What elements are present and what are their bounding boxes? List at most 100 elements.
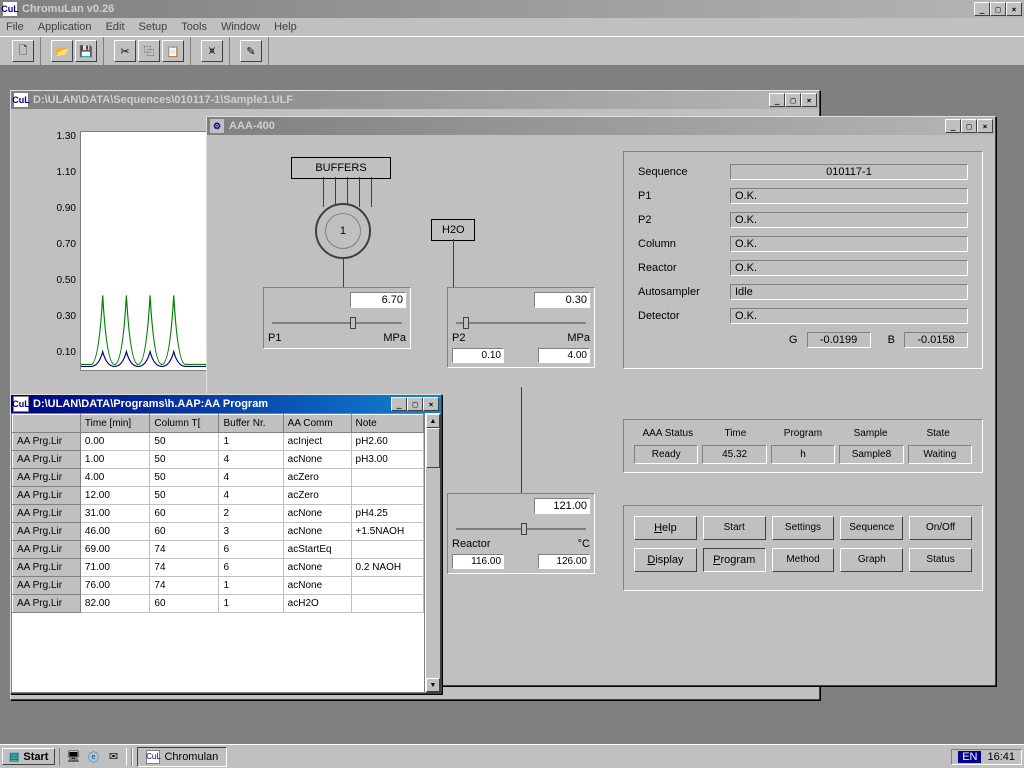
- table-cell[interactable]: [351, 469, 423, 487]
- table-row[interactable]: AA Prg.Lir1.00504acNonepH3.00: [13, 451, 424, 469]
- aaa-close-button[interactable]: ×: [977, 119, 993, 133]
- minimize-button[interactable]: _: [974, 2, 990, 16]
- table-cell[interactable]: AA Prg.Lir: [13, 541, 81, 559]
- language-indicator[interactable]: EN: [958, 751, 981, 763]
- column-header[interactable]: Column T[: [150, 415, 219, 433]
- table-row[interactable]: AA Prg.Lir4.00504acZero: [13, 469, 424, 487]
- table-cell[interactable]: 50: [150, 433, 219, 451]
- ql-outlook-icon[interactable]: ✉: [104, 748, 122, 766]
- copy-button[interactable]: ⿻: [138, 40, 160, 62]
- table-cell[interactable]: 1.00: [80, 451, 150, 469]
- onoff-button[interactable]: On/Off: [909, 516, 972, 540]
- table-cell[interactable]: AA Prg.Lir: [13, 505, 81, 523]
- table-row[interactable]: AA Prg.Lir71.00746acNone0.2 NAOH: [13, 559, 424, 577]
- maximize-button[interactable]: □: [990, 2, 1006, 16]
- table-row[interactable]: AA Prg.Lir12.00504acZero: [13, 487, 424, 505]
- sequence-titlebar[interactable]: CuL D:\ULAN\DATA\Sequences\010117-1\Samp…: [11, 91, 819, 109]
- start-button[interactable]: Start: [703, 516, 766, 540]
- menu-help[interactable]: Help: [274, 21, 297, 33]
- column-header[interactable]: Buffer Nr.: [219, 415, 283, 433]
- table-cell[interactable]: acNone: [283, 559, 351, 577]
- program-table[interactable]: Time [min]Column T[Buffer Nr.AA CommNote…: [11, 413, 425, 693]
- table-cell[interactable]: 60: [150, 595, 219, 613]
- table-cell[interactable]: [351, 541, 423, 559]
- program-button[interactable]: Program: [703, 548, 766, 572]
- table-cell[interactable]: AA Prg.Lir: [13, 433, 81, 451]
- scroll-thumb[interactable]: [426, 428, 440, 468]
- table-cell[interactable]: 4: [219, 487, 283, 505]
- table-cell[interactable]: 0.2 NAOH: [351, 559, 423, 577]
- table-cell[interactable]: 4.00: [80, 469, 150, 487]
- table-cell[interactable]: AA Prg.Lir: [13, 523, 81, 541]
- column-header[interactable]: Note: [351, 415, 423, 433]
- prog-close-button[interactable]: ×: [423, 397, 439, 411]
- column-header[interactable]: [13, 415, 81, 433]
- ql-ie-icon[interactable]: ⓔ: [84, 748, 102, 766]
- p1-slider[interactable]: [272, 322, 402, 324]
- table-cell[interactable]: 69.00: [80, 541, 150, 559]
- table-row[interactable]: AA Prg.Lir0.00501acInjectpH2.60: [13, 433, 424, 451]
- chromatogram-button[interactable]: ⩙: [201, 40, 223, 62]
- save-button[interactable]: 💾: [75, 40, 97, 62]
- close-button[interactable]: ×: [1006, 2, 1022, 16]
- task-button-chromulan[interactable]: CuL Chromulan: [137, 747, 227, 767]
- help-button[interactable]: Help: [634, 516, 697, 540]
- table-cell[interactable]: acNone: [283, 577, 351, 595]
- table-cell[interactable]: 31.00: [80, 505, 150, 523]
- table-cell[interactable]: 4: [219, 451, 283, 469]
- table-cell[interactable]: 60: [150, 523, 219, 541]
- paste-button[interactable]: 📋: [162, 40, 184, 62]
- table-cell[interactable]: 82.00: [80, 595, 150, 613]
- table-scrollbar[interactable]: ▲ ▼: [425, 413, 441, 693]
- table-cell[interactable]: 2: [219, 505, 283, 523]
- table-cell[interactable]: acInject: [283, 433, 351, 451]
- table-cell[interactable]: AA Prg.Lir: [13, 469, 81, 487]
- table-cell[interactable]: 0.00: [80, 433, 150, 451]
- table-cell[interactable]: +1.5NAOH: [351, 523, 423, 541]
- table-cell[interactable]: 12.00: [80, 487, 150, 505]
- prog-minimize-button[interactable]: _: [391, 397, 407, 411]
- reactor-slider[interactable]: [456, 528, 586, 530]
- graph-button[interactable]: Graph: [840, 548, 903, 572]
- aaa400-titlebar[interactable]: ⚙ AAA-400 _ □ ×: [207, 117, 995, 135]
- table-cell[interactable]: 6: [219, 559, 283, 577]
- table-cell[interactable]: acNone: [283, 505, 351, 523]
- table-cell[interactable]: 76.00: [80, 577, 150, 595]
- table-cell[interactable]: 50: [150, 469, 219, 487]
- display-button[interactable]: Display: [634, 548, 697, 572]
- settings-button[interactable]: Settings: [772, 516, 835, 540]
- seq-maximize-button[interactable]: □: [785, 93, 801, 107]
- column-header[interactable]: AA Comm: [283, 415, 351, 433]
- program-titlebar[interactable]: CuL D:\ULAN\DATA\Programs\h.AAP:AA Progr…: [11, 395, 441, 413]
- seq-minimize-button[interactable]: _: [769, 93, 785, 107]
- table-cell[interactable]: [351, 487, 423, 505]
- table-cell[interactable]: 74: [150, 577, 219, 595]
- table-cell[interactable]: acNone: [283, 451, 351, 469]
- table-row[interactable]: AA Prg.Lir76.00741acNone: [13, 577, 424, 595]
- aaa-minimize-button[interactable]: _: [945, 119, 961, 133]
- menu-application[interactable]: Application: [38, 21, 92, 33]
- table-cell[interactable]: pH3.00: [351, 451, 423, 469]
- menu-window[interactable]: Window: [221, 21, 260, 33]
- table-cell[interactable]: 6: [219, 541, 283, 559]
- table-cell[interactable]: 3: [219, 523, 283, 541]
- aaa-maximize-button[interactable]: □: [961, 119, 977, 133]
- table-cell[interactable]: 60: [150, 505, 219, 523]
- status-button[interactable]: Status: [909, 548, 972, 572]
- table-row[interactable]: AA Prg.Lir82.00601acH2O: [13, 595, 424, 613]
- table-cell[interactable]: acStartEq: [283, 541, 351, 559]
- table-cell[interactable]: [351, 577, 423, 595]
- table-cell[interactable]: AA Prg.Lir: [13, 577, 81, 595]
- table-cell[interactable]: 50: [150, 487, 219, 505]
- menu-tools[interactable]: Tools: [181, 21, 207, 33]
- table-cell[interactable]: 50: [150, 451, 219, 469]
- config-button[interactable]: ✎: [240, 40, 262, 62]
- new-button[interactable]: 🗋: [12, 40, 34, 62]
- menu-edit[interactable]: Edit: [106, 21, 125, 33]
- table-cell[interactable]: 74: [150, 559, 219, 577]
- buffer-selector[interactable]: 1: [315, 203, 371, 259]
- table-cell[interactable]: [351, 595, 423, 613]
- table-cell[interactable]: AA Prg.Lir: [13, 451, 81, 469]
- menu-file[interactable]: File: [6, 21, 24, 33]
- table-cell[interactable]: acZero: [283, 487, 351, 505]
